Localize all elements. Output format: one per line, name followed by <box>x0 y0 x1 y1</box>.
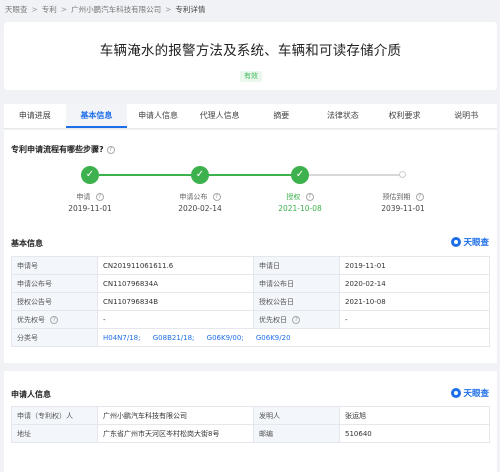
stage-apply: 申请 ? 2019-11-01 <box>50 192 130 214</box>
field-label: 申请日 <box>253 256 340 275</box>
applicant-info-title: 申请人信息 <box>11 390 51 399</box>
field-label: 申请公布日 <box>253 274 340 293</box>
patent-title: 车辆淹水的报警方法及系统、车辆和可读存储介质 <box>99 43 402 59</box>
stage-expiry: 预估到期 ? 2039-11-01 <box>363 192 443 214</box>
applicant-info-table: 申请（专利权）人 广州小鹏汽车科技有限公司 发明人 张运旭 地址 广东省广州市天… <box>11 406 490 443</box>
field-value: CN110796834B <box>97 292 254 311</box>
field-label: 优先权号 ? <box>11 310 98 329</box>
stage-date: 2019-11-01 <box>68 204 112 213</box>
field-value: 2020-02-14 <box>339 274 490 293</box>
pending-dot-icon <box>399 171 406 178</box>
tab-application-progress[interactable]: 申请进展 <box>4 104 66 128</box>
stage-date: 2039-11-01 <box>381 204 425 213</box>
help-icon[interactable]: ? <box>292 315 301 324</box>
priority-number-label: 优先权号 <box>17 315 45 324</box>
main-content: 专利申请流程有哪些步骤? ? ✓ ✓ ✓ 申请 ? 2019-11-01 申请公… <box>4 130 497 472</box>
field-value: 510640 <box>339 424 490 443</box>
tab-abstract[interactable]: 摘要 <box>251 104 313 128</box>
breadcrumb-home[interactable]: 天眼查 <box>5 4 28 15</box>
basic-info-table: 申请号 CN201911061611.6 申请日 2019-11-01 申请公布… <box>11 256 490 347</box>
stage-label: 预估到期 <box>382 193 411 201</box>
field-label: 邮编 <box>253 424 340 443</box>
basic-info-title: 基本信息 <box>11 239 43 248</box>
tab-basic-info[interactable]: 基本信息 <box>65 104 128 128</box>
brand-logo-text: 天眼查 <box>463 238 489 248</box>
field-value: 2019-11-01 <box>339 256 490 275</box>
field-label: 分类号 <box>11 328 98 347</box>
field-value: - <box>97 310 254 329</box>
classification-link[interactable]: G08B21/18; <box>153 334 195 342</box>
progress-timeline: ✓ ✓ ✓ 申请 ? 2019-11-01 申请公布 ? 2020-02-14 … <box>4 166 497 216</box>
field-value: - <box>339 310 490 329</box>
breadcrumb: 天眼查 > 专利 > 广州小鹏汽车科技有限公司 > 专利详情 <box>5 3 205 15</box>
field-value: CN201911061611.6 <box>97 256 254 275</box>
process-question-text: 专利申请流程有哪些步骤? <box>11 145 104 154</box>
table-row: 分类号 H04N7/18; G08B21/18; G06K9/00; G06K9… <box>11 328 490 347</box>
stage-date: 2020-02-14 <box>178 204 222 213</box>
field-label: 申请公布号 <box>11 274 98 293</box>
stage-date: 2021-10-08 <box>278 204 322 213</box>
field-value: 张运旭 <box>339 406 490 425</box>
stage-grant: 授权 ? 2021-10-08 <box>260 192 340 214</box>
table-row: 地址 广东省广州市天河区岑村松岗大街8号 邮编 510640 <box>11 424 490 443</box>
tab-claims[interactable]: 权利要求 <box>374 104 436 128</box>
field-label: 优先权日 ? <box>253 310 340 329</box>
classification-codes: H04N7/18; G08B21/18; G06K9/00; G06K9/20 <box>97 328 490 347</box>
help-icon[interactable]: ? <box>50 315 59 324</box>
field-label: 申请号 <box>11 256 98 275</box>
applicant-link[interactable]: 广州小鹏汽车科技有限公司 <box>97 406 254 425</box>
breadcrumb-separator: > <box>165 4 172 14</box>
field-label: 发明人 <box>253 406 340 425</box>
tab-agent-info[interactable]: 代理人信息 <box>189 104 251 128</box>
patent-header-card: 车辆淹水的报警方法及系统、车辆和可读存储介质 有效 <box>4 22 497 90</box>
check-icon: ✓ <box>291 166 309 184</box>
field-label: 申请（专利权）人 <box>11 406 98 425</box>
stage-publication: 申请公布 ? 2020-02-14 <box>160 192 240 214</box>
brand-logo: 天眼查 <box>451 236 489 248</box>
check-icon: ✓ <box>81 166 99 184</box>
help-icon[interactable]: ? <box>415 193 424 201</box>
table-row: 优先权号 ? - 优先权日 ? - <box>11 310 490 329</box>
table-row: 申请公布号 CN110796834A 申请公布日 2020-02-14 <box>11 274 490 293</box>
stage-label: 授权 <box>286 193 301 201</box>
help-icon[interactable]: ? <box>305 193 314 201</box>
breadcrumb-company[interactable]: 广州小鹏汽车科技有限公司 <box>71 4 161 15</box>
tab-bar: 申请进展 基本信息 申请人信息 代理人信息 摘要 法律状态 权利要求 说明书 <box>4 104 497 129</box>
table-row: 授权公告号 CN110796834B 授权公告日 2021-10-08 <box>11 292 490 311</box>
breadcrumb-patent[interactable]: 专利 <box>42 4 57 15</box>
breadcrumb-separator: > <box>31 4 38 14</box>
priority-date-label: 优先权日 <box>259 315 287 324</box>
brand-logo: 天眼查 <box>451 387 489 399</box>
check-icon: ✓ <box>191 166 209 184</box>
field-value: 2021-10-08 <box>339 292 490 311</box>
tab-legal-status[interactable]: 法律状态 <box>312 104 374 128</box>
table-row: 申请（专利权）人 广州小鹏汽车科技有限公司 发明人 张运旭 <box>11 406 490 425</box>
process-question: 专利申请流程有哪些步骤? ? <box>11 144 115 155</box>
help-icon[interactable]: ? <box>212 193 221 201</box>
breadcrumb-current: 专利详情 <box>175 4 206 14</box>
classification-link[interactable]: H04N7/18; <box>103 334 141 342</box>
tab-applicant-info[interactable]: 申请人信息 <box>127 104 189 128</box>
stage-label: 申请公布 <box>179 193 208 201</box>
field-label: 授权公告日 <box>253 292 340 311</box>
help-icon[interactable]: ? <box>106 145 115 154</box>
stage-label: 申请 <box>76 193 91 201</box>
tab-description[interactable]: 说明书 <box>435 104 497 128</box>
help-icon[interactable]: ? <box>95 193 104 201</box>
breadcrumb-separator: > <box>60 4 68 14</box>
section-divider <box>4 363 497 371</box>
classification-link[interactable]: G06K9/00; <box>207 334 244 342</box>
eye-logo-icon <box>451 388 462 398</box>
brand-logo-text: 天眼查 <box>463 389 489 399</box>
classification-link[interactable]: G06K9/20 <box>256 334 291 342</box>
timeline-line-pending <box>300 174 403 176</box>
table-row: 申请号 CN201911061611.6 申请日 2019-11-01 <box>11 256 490 275</box>
status-badge: 有效 <box>240 71 262 82</box>
field-value: CN110796834A <box>97 274 254 293</box>
field-label: 授权公告号 <box>11 292 98 311</box>
field-value: 广东省广州市天河区岑村松岗大街8号 <box>97 424 254 443</box>
field-label: 地址 <box>11 424 98 443</box>
eye-logo-icon <box>451 237 462 247</box>
